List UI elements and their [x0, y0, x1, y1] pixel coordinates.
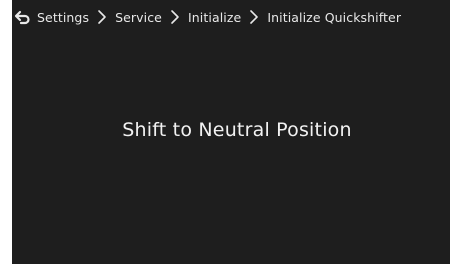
- header-bar: Settings Service Initialize Initialize Q…: [12, 0, 450, 34]
- display-screen: Settings Service Initialize Initialize Q…: [12, 0, 450, 264]
- breadcrumb-item-settings[interactable]: Settings: [37, 10, 89, 25]
- bottom-bezel: [0, 264, 450, 272]
- chevron-right-icon: [168, 8, 182, 26]
- breadcrumb-item-initialize-quickshifter: Initialize Quickshifter: [267, 9, 402, 25]
- breadcrumb: Settings Service Initialize Initialize Q…: [12, 0, 401, 34]
- breadcrumb-item-service[interactable]: Service: [115, 10, 162, 25]
- breadcrumb-item-initialize[interactable]: Initialize: [188, 10, 241, 25]
- chevron-right-icon: [247, 8, 261, 26]
- back-arrow-icon[interactable]: [14, 9, 31, 26]
- instruction-message: Shift to Neutral Position: [122, 119, 352, 141]
- left-bezel: [0, 0, 12, 272]
- chevron-right-icon: [95, 8, 109, 26]
